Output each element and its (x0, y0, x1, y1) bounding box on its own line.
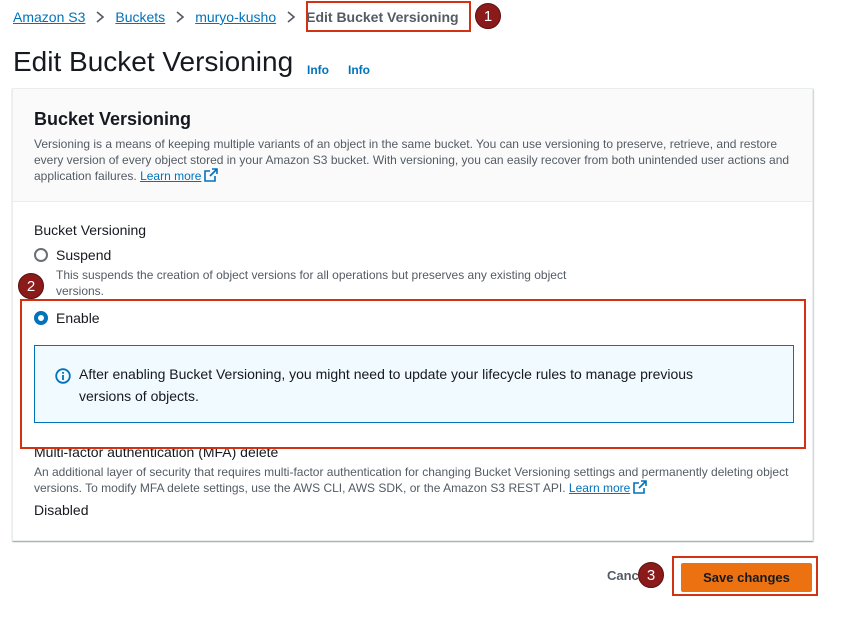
external-link-icon (633, 480, 648, 494)
annotation-highlight (672, 556, 818, 596)
annotation-highlight (306, 1, 471, 32)
annotation-highlight (20, 299, 806, 449)
external-link-icon (204, 168, 219, 182)
page-title: Edit Bucket Versioning (13, 46, 294, 77)
mfa-description: An additional layer of security that req… (34, 465, 789, 495)
versioning-field-label: Bucket Versioning (34, 222, 147, 238)
mfa-learn-more-link[interactable]: Learn more (569, 481, 630, 495)
step-badge: 1 (475, 3, 501, 29)
learn-more-link[interactable]: Learn more (140, 169, 201, 183)
radio-suspend[interactable]: Suspend (34, 247, 111, 263)
info-link[interactable]: Info (348, 63, 370, 77)
mfa-value: Disabled (34, 502, 89, 518)
breadcrumb-link-bucket[interactable]: muryo-kusho (195, 9, 276, 25)
radio-suspend-description: This suspends the creation of object ver… (56, 268, 567, 298)
radio-suspend-input[interactable] (34, 248, 48, 262)
step-badge: 3 (638, 562, 664, 588)
breadcrumb-link-buckets[interactable]: Buckets (115, 9, 165, 25)
panel-title: Bucket Versioning (34, 109, 192, 129)
breadcrumb-link-amazon-s3[interactable]: Amazon S3 (13, 9, 85, 25)
chevron-right-icon (96, 11, 105, 23)
info-link[interactable]: Info (307, 63, 329, 77)
chevron-right-icon (176, 11, 185, 23)
radio-suspend-label: Suspend (56, 247, 112, 263)
panel-description: Versioning is a means of keeping multipl… (34, 137, 790, 183)
chevron-right-icon (287, 11, 296, 23)
panel-header: Bucket Versioning Versioning is a means … (13, 89, 812, 202)
step-badge: 2 (18, 273, 44, 299)
